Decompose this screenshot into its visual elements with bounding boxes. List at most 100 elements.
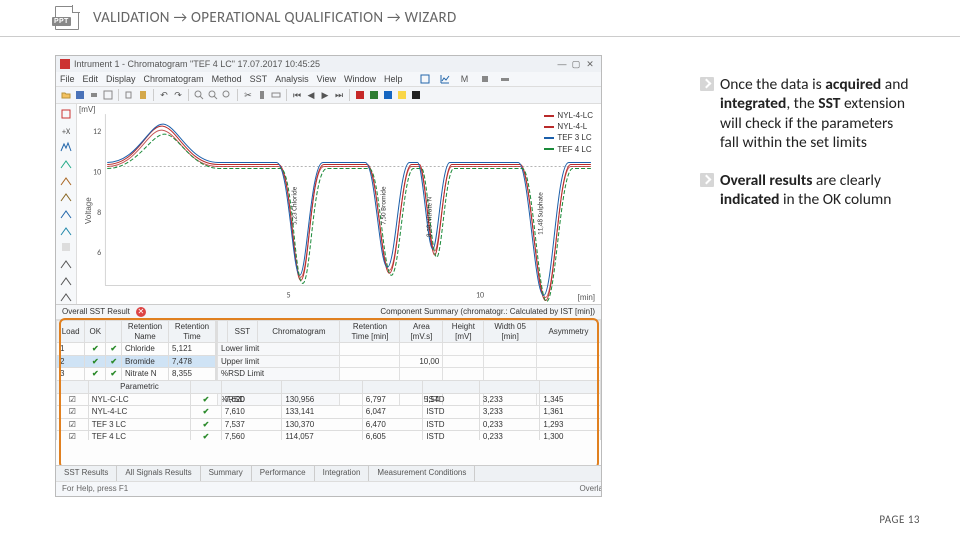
- status-bar: For Help, press F1 Overlay: [56, 481, 602, 496]
- tab-all-signals[interactable]: All Signals Results: [117, 466, 200, 482]
- toolbar-icon[interactable]: M: [459, 73, 471, 85]
- app-logo-icon: [60, 59, 70, 69]
- bullet-text: Overall results are clearly indicated in…: [720, 171, 915, 210]
- zoom-in-icon[interactable]: [207, 89, 219, 101]
- redo-icon[interactable]: ↷: [172, 89, 184, 101]
- color-swatch[interactable]: [354, 89, 366, 101]
- nav-first-icon[interactable]: ⏮: [291, 89, 303, 101]
- side-peak-icon[interactable]: [59, 207, 73, 221]
- folder-icon[interactable]: [60, 89, 72, 101]
- page-footer: PAGE 13: [879, 513, 920, 526]
- nav-last-icon[interactable]: ⏭: [333, 89, 345, 101]
- side-toolbar: +X: [56, 104, 77, 304]
- svg-text:8,38 Nitrate N: 8,38 Nitrate N: [425, 196, 434, 237]
- arrow-bullet-icon: [700, 77, 714, 91]
- side-tool-icon[interactable]: [59, 257, 73, 271]
- slide-text-column: Once the data is acquired and integrated…: [675, 37, 960, 540]
- app-titlebar: Intrument 1 - Chromatogram "TEF 4 LC" 17…: [56, 56, 601, 72]
- menu-window[interactable]: Window: [344, 75, 376, 84]
- tab-performance[interactable]: Performance: [252, 466, 315, 482]
- bullet-item: Overall results are clearly indicated in…: [700, 171, 915, 210]
- tool-icon[interactable]: ✂: [242, 89, 254, 101]
- paste-icon[interactable]: [137, 89, 149, 101]
- menu-bar: File Edit Display Chromatogram Method SS…: [56, 72, 601, 87]
- side-peak-icon[interactable]: [59, 157, 73, 171]
- toolbar-icon[interactable]: [419, 73, 431, 85]
- svg-text:10: 10: [476, 290, 484, 300]
- ppt-file-icon: PPT: [55, 6, 79, 30]
- tab-sst-results[interactable]: SST Results: [56, 466, 117, 482]
- save-icon[interactable]: [74, 89, 86, 101]
- side-tool-icon[interactable]: [59, 107, 73, 121]
- side-peak-icon[interactable]: [59, 224, 73, 238]
- close-tab-icon[interactable]: ✕: [136, 307, 146, 317]
- tab-integration[interactable]: Integration: [315, 466, 370, 482]
- svg-text:5: 5: [287, 290, 291, 300]
- maximize-button[interactable]: ▢: [569, 60, 583, 69]
- menu-view[interactable]: View: [317, 75, 336, 84]
- results-tab-left: Overall SST Result: [62, 308, 130, 316]
- side-peak-icon[interactable]: [59, 140, 73, 154]
- color-swatch[interactable]: [382, 89, 394, 101]
- svg-text:10: 10: [93, 168, 101, 178]
- breadcrumb: VALIDATION → OPERATIONAL QUALIFICATION →…: [93, 9, 457, 27]
- window-title: Intrument 1 - Chromatogram "TEF 4 LC" 17…: [74, 60, 320, 69]
- results-panel: Overall SST Result ✕ Component Summary (…: [56, 304, 601, 485]
- side-tool-icon[interactable]: +X: [59, 124, 73, 138]
- app-screenshot: Intrument 1 - Chromatogram "TEF 4 LC" 17…: [55, 55, 602, 497]
- bottom-tab-bar: SST Results All Signals Results Summary …: [56, 465, 601, 482]
- arrow-bullet-icon: [700, 173, 714, 187]
- copy-icon[interactable]: [123, 89, 135, 101]
- menu-edit[interactable]: Edit: [83, 75, 99, 84]
- results-tab-right: Component Summary (chromatogr.: Calculat…: [380, 308, 595, 316]
- plot-legend: NYL-4-LC NYL-4-L TEF 3 LC TEF 4 LC: [544, 110, 593, 155]
- side-peak-icon[interactable]: [59, 174, 73, 188]
- slide-header: PPT VALIDATION → OPERATIONAL QUALIFICATI…: [0, 0, 960, 37]
- tab-measurement[interactable]: Measurement Conditions: [369, 466, 475, 482]
- nav-prev-icon[interactable]: ◀: [305, 89, 317, 101]
- main-toolbar: ↶ ↷ ✂ ⏮ ◀ ▶ ⏭: [56, 87, 601, 104]
- svg-text:+X: +X: [62, 127, 71, 137]
- side-tool-icon[interactable]: [59, 290, 73, 304]
- bullet-item: Once the data is acquired and integrated…: [700, 75, 915, 153]
- menu-chromatogram[interactable]: Chromatogram: [144, 75, 204, 84]
- svg-text:7,50 Bromide: 7,50 Bromide: [378, 186, 387, 225]
- zoom-out-icon[interactable]: [193, 89, 205, 101]
- preview-icon[interactable]: [102, 89, 114, 101]
- chromatogram-plot[interactable]: [mV] [min] Voltage 12 10 8 6: [77, 104, 601, 304]
- side-peak-icon[interactable]: [59, 190, 73, 204]
- zoom-fit-icon[interactable]: [221, 89, 233, 101]
- tool-icon[interactable]: [270, 89, 282, 101]
- undo-icon[interactable]: ↶: [158, 89, 170, 101]
- toolbar-icon[interactable]: [479, 73, 491, 85]
- status-text: For Help, press F1: [62, 485, 128, 493]
- svg-text:8: 8: [97, 208, 101, 218]
- svg-text:12: 12: [93, 127, 101, 137]
- side-tool-icon[interactable]: [59, 240, 73, 254]
- status-mode: Overlay: [579, 485, 602, 493]
- bullet-text: Once the data is acquired and integrated…: [720, 75, 915, 153]
- menu-help[interactable]: Help: [384, 75, 403, 84]
- menu-analysis[interactable]: Analysis: [275, 75, 309, 84]
- menu-display[interactable]: Display: [106, 75, 136, 84]
- nav-next-icon[interactable]: ▶: [319, 89, 331, 101]
- tool-icon[interactable]: [256, 89, 268, 101]
- plot-svg: 12 10 8 6 5 10: [77, 104, 601, 306]
- tab-summary[interactable]: Summary: [201, 466, 252, 482]
- svg-text:11,48 Sulphate: 11,48 Sulphate: [536, 192, 545, 235]
- svg-text:6: 6: [97, 248, 101, 258]
- minimize-button[interactable]: —: [555, 60, 569, 69]
- menu-method[interactable]: Method: [212, 75, 242, 84]
- samples-table[interactable]: Parametric☑NYL-C-LC✔7,620130,9566,797IST…: [56, 380, 601, 440]
- color-swatch[interactable]: [410, 89, 422, 101]
- svg-text:5,23 Chloride: 5,23 Chloride: [290, 186, 299, 225]
- toolbar-icon[interactable]: [499, 73, 511, 85]
- close-button[interactable]: ✕: [583, 60, 597, 69]
- chart-icon[interactable]: [439, 73, 451, 85]
- color-swatch[interactable]: [396, 89, 408, 101]
- color-swatch[interactable]: [368, 89, 380, 101]
- print-icon[interactable]: [88, 89, 100, 101]
- menu-sst[interactable]: SST: [250, 75, 268, 84]
- side-tool-icon[interactable]: [59, 274, 73, 288]
- menu-file[interactable]: File: [60, 75, 75, 84]
